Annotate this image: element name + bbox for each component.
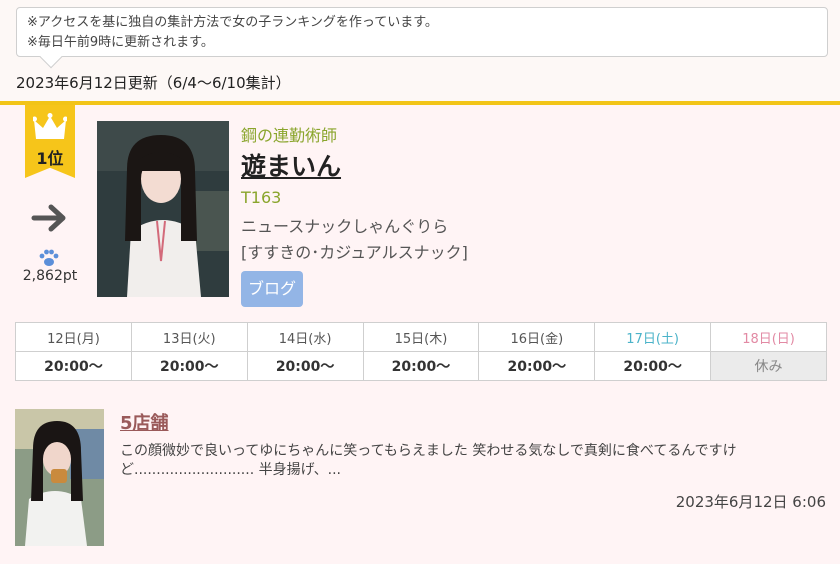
ranking-points: 2,862pt (22, 268, 78, 284)
day-cell: 14日(水) (246, 322, 364, 352)
catchphrase: 鋼の連勤術師 (241, 126, 338, 145)
day-cell: 12日(月) (15, 322, 132, 352)
schedule-times-row: 20:00〜 20:00〜 20:00〜 20:00〜 20:00〜 20:00… (15, 351, 827, 381)
rank-label: 1位 (36, 149, 64, 168)
notice-line-2: ※毎日午前9時に更新されます。 (27, 35, 214, 50)
day-cell-sunday: 18日(日) (710, 322, 827, 352)
notice-line-1: ※アクセスを基に独自の集計方法で女の子ランキングを作っています。 (27, 15, 438, 30)
day-cell: 16日(金) (478, 322, 596, 352)
day-cell: 15日(木) (362, 322, 480, 352)
time-cell: 20:00〜 (246, 351, 364, 381)
shop-name: ニュースナックしゃんぐりら (241, 217, 449, 236)
time-cell: 20:00〜 (15, 351, 132, 381)
day-cell-saturday: 17日(土) (594, 322, 712, 352)
post-date: 2023年6月12日 6:06 (675, 493, 826, 511)
right-arrow-icon (31, 204, 66, 232)
ranking-notice: ※アクセスを基に独自の集計方法で女の子ランキングを作っています。 ※毎日午前9時… (16, 7, 828, 69)
time-cell-off: 休み (710, 351, 827, 381)
schedule-table: 12日(月) 13日(火) 14日(水) 15日(木) 16日(金) 17日(土… (15, 322, 827, 381)
time-cell: 20:00〜 (130, 351, 248, 381)
post-title-link[interactable]: 5店舗 (120, 409, 169, 435)
ranking-card: 1位 2,862pt 鋼の連勤術師 遊まいん T163 ニュースナックしゃんぐり… (0, 105, 840, 564)
shop-area: [すすきの･カジュアルスナック] (241, 243, 468, 262)
crown-icon (33, 113, 67, 139)
post-excerpt: この顔微妙で良いってゆにちゃんに笑ってもらえました 笑わせる気なしで真剣に食べて… (120, 443, 737, 478)
time-cell: 20:00〜 (362, 351, 480, 381)
height-text: T163 (241, 188, 282, 207)
rank-badge: 1位 (25, 105, 75, 178)
blog-button[interactable]: ブログ (241, 271, 303, 307)
time-cell: 20:00〜 (478, 351, 596, 381)
update-date: 2023年6月12日更新（6/4〜6/10集計） (16, 74, 291, 92)
time-cell: 20:00〜 (594, 351, 712, 381)
profile-photo[interactable] (97, 121, 229, 297)
day-cell: 13日(火) (130, 322, 248, 352)
girl-name-link[interactable]: 遊まいん (241, 147, 341, 183)
post-thumbnail[interactable] (15, 409, 104, 546)
schedule-days-row: 12日(月) 13日(火) 14日(水) 15日(木) 16日(金) 17日(土… (15, 322, 827, 352)
